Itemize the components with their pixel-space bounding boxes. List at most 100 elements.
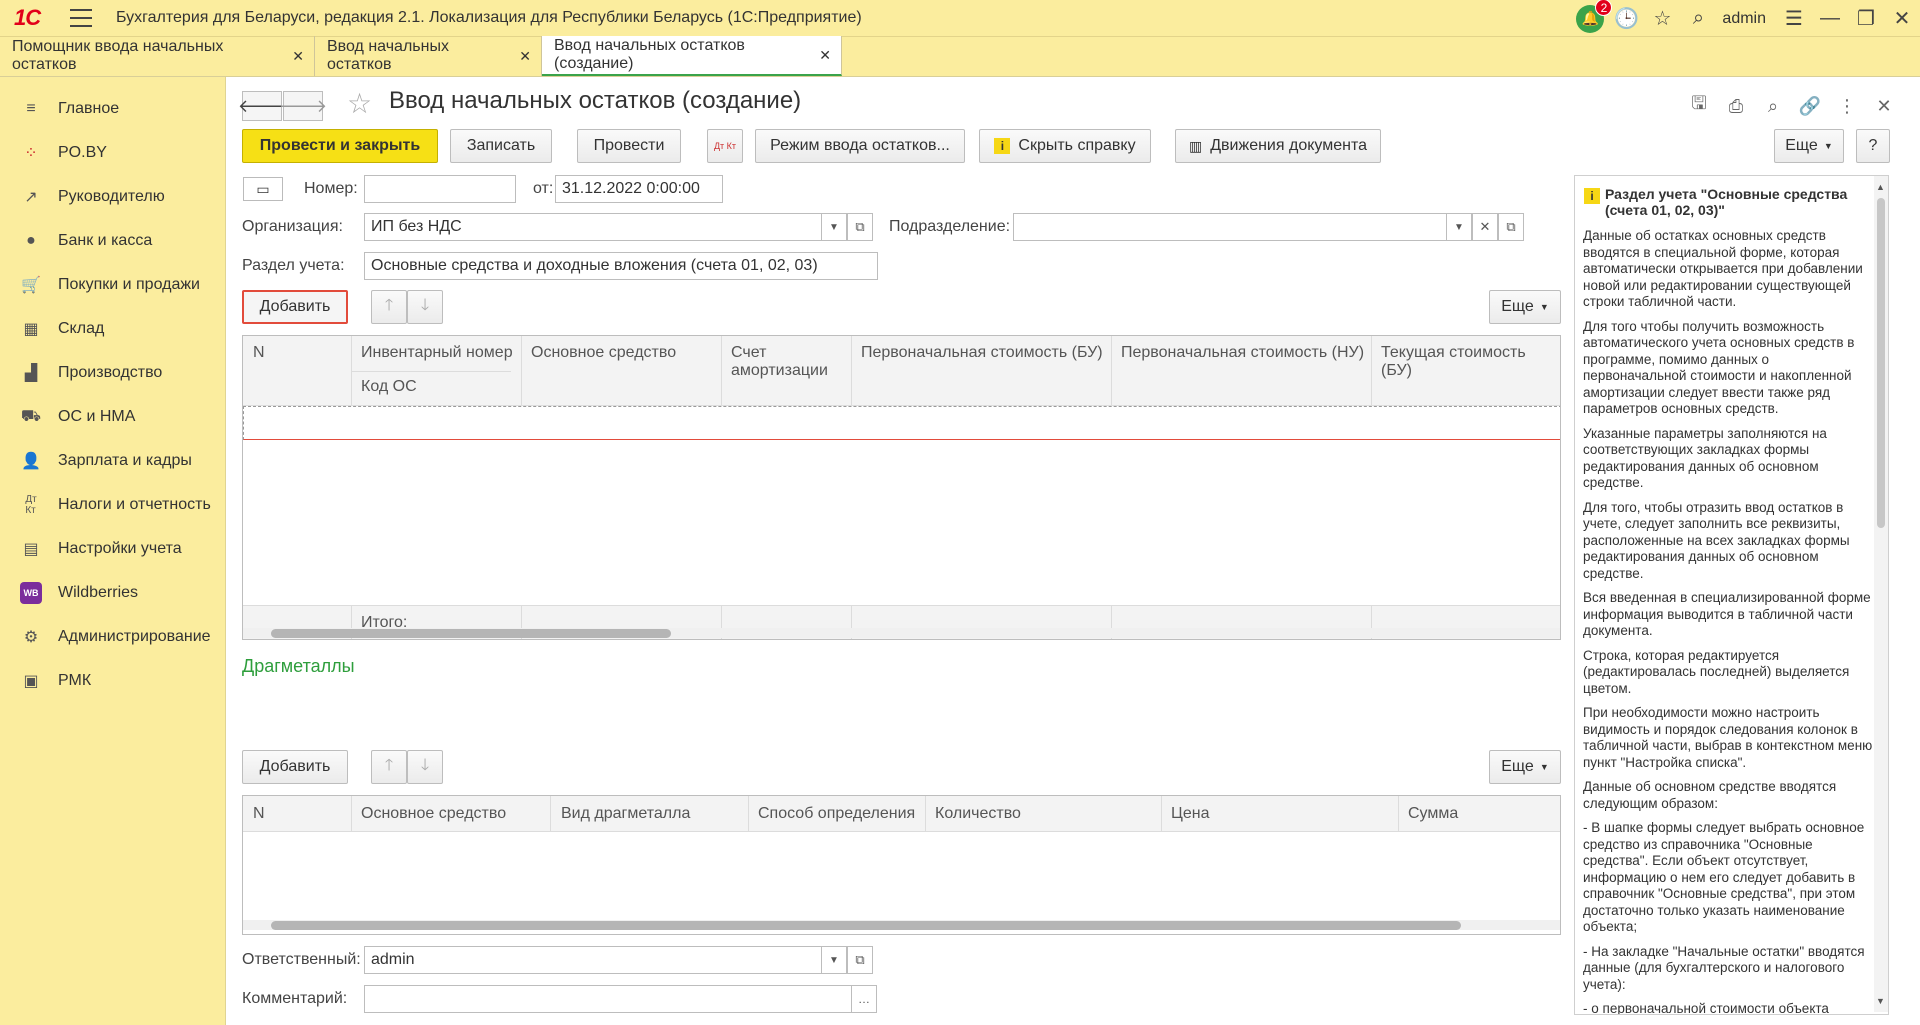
scrollbar-thumb[interactable]	[1877, 198, 1885, 528]
notifications-button[interactable]: 🔔 2	[1572, 0, 1613, 37]
division-dropdown-button[interactable]: ▼	[1446, 213, 1472, 241]
add-row-button[interactable]: Добавить	[242, 290, 348, 324]
scrollbar-thumb[interactable]	[271, 629, 671, 638]
link-icon[interactable]: 🔗	[1795, 91, 1825, 121]
open-windows-tabs: Помощник ввода начальных остатков ✕ Ввод…	[0, 36, 1920, 77]
close-icon[interactable]: ✕	[819, 47, 831, 64]
history-icon[interactable]: 🕒	[1608, 0, 1644, 37]
column-header[interactable]: Первоначальная стоимость (НУ)	[1121, 344, 1364, 362]
close-form-icon[interactable]: ✕	[1869, 91, 1899, 121]
division-clear-button[interactable]: ✕	[1472, 213, 1498, 241]
dtkt-button[interactable]: Дт Кт	[707, 129, 743, 163]
sidebar-item-main[interactable]: ≡ Главное	[0, 87, 225, 131]
sidebar-item-rmk[interactable]: ▣ РМК	[0, 659, 225, 703]
responsible-dropdown-button[interactable]: ▼	[821, 946, 847, 974]
close-icon[interactable]: ✕	[519, 48, 531, 65]
organization-field[interactable]: ИП без НДС	[364, 213, 822, 241]
column-header[interactable]: Основное средство	[361, 805, 506, 823]
column-header[interactable]: Инвентарный номер	[361, 344, 513, 362]
column-header[interactable]: Сумма	[1408, 805, 1458, 823]
table-row[interactable]	[243, 406, 1560, 440]
table-more-button[interactable]: Еще ▼	[1489, 290, 1561, 324]
column-header[interactable]: Вид драгметалла	[561, 805, 690, 823]
favorites-icon[interactable]: ☆	[1644, 0, 1680, 37]
post-button[interactable]: Провести	[577, 129, 681, 163]
sidebar-item-wildberries[interactable]: WB Wildberries	[0, 571, 225, 615]
close-window-icon[interactable]: ✕	[1884, 0, 1920, 37]
comment-field[interactable]	[364, 985, 852, 1013]
metal-more-button[interactable]: Еще ▼	[1489, 750, 1561, 784]
sidebar-item-fixed-assets[interactable]: ⛟ ОС и НМА	[0, 395, 225, 439]
help-body: Данные об остатках основных средств ввод…	[1583, 228, 1873, 1014]
sidebar-item-purchases-sales[interactable]: 🛒 Покупки и продажи	[0, 263, 225, 307]
comment-expand-button[interactable]: …	[851, 985, 877, 1013]
date-field[interactable]: 31.12.2022 0:00:00	[555, 175, 723, 203]
tab-opening-balances[interactable]: Ввод начальных остатков ✕	[315, 36, 542, 76]
document-movements-button[interactable]: ▥ Движения документа	[1175, 129, 1381, 163]
move-down-button[interactable]: 🡓	[407, 290, 443, 324]
column-header[interactable]: N	[253, 805, 265, 823]
help-button[interactable]: ?	[1856, 129, 1890, 163]
responsible-field[interactable]: admin	[364, 946, 822, 974]
search-icon[interactable]: ⌕	[1680, 0, 1716, 37]
restore-icon[interactable]: ❐	[1848, 0, 1884, 37]
add-metal-button[interactable]: Добавить	[242, 750, 348, 784]
print-icon[interactable]: ⎙	[1721, 91, 1751, 121]
section-field[interactable]: Основные средства и доходные вложения (с…	[364, 252, 878, 280]
forward-button[interactable]: 🡒	[279, 91, 327, 121]
tab-assistant[interactable]: Помощник ввода начальных остатков ✕	[0, 36, 315, 76]
more-button[interactable]: Еще ▼	[1774, 129, 1844, 163]
sidebar-item-taxes[interactable]: Дт Кт Налоги и отчетность	[0, 483, 225, 527]
column-header[interactable]: Цена	[1171, 805, 1209, 823]
scroll-up-icon[interactable]: ▲	[1876, 182, 1885, 192]
division-open-button[interactable]: ⧉	[1498, 213, 1524, 241]
column-header[interactable]: Код ОС	[361, 378, 417, 396]
scrollbar-thumb[interactable]	[271, 921, 1461, 930]
back-button[interactable]: 🡐	[238, 91, 286, 121]
sidebar-item-poby[interactable]: ⁘ PO.BY	[0, 131, 225, 175]
sidebar-item-label: Налоги и отчетность	[58, 496, 211, 513]
responsible-open-button[interactable]: ⧉	[847, 946, 873, 974]
column-header[interactable]: Первоначальная стоимость (БУ)	[861, 344, 1103, 362]
help-vertical-scrollbar[interactable]: ▲ ▼	[1874, 176, 1888, 1012]
user-name[interactable]: admin	[1722, 10, 1766, 28]
hide-help-button[interactable]: i Скрыть справку	[979, 129, 1151, 163]
minimize-icon[interactable]: —	[1812, 0, 1848, 37]
sidebar-item-warehouse[interactable]: ▦ Склад	[0, 307, 225, 351]
close-icon[interactable]: ✕	[292, 48, 304, 65]
comment-label: Комментарий:	[242, 990, 348, 1007]
division-field[interactable]	[1013, 213, 1447, 241]
more-vertical-icon[interactable]: ⋮	[1832, 91, 1862, 121]
save-icon[interactable]: 🖫	[1684, 91, 1714, 121]
sidebar-item-salary[interactable]: 👤 Зарплата и кадры	[0, 439, 225, 483]
sidebar-item-production[interactable]: ▟ Производство	[0, 351, 225, 395]
balance-mode-button[interactable]: Режим ввода остатков...	[755, 129, 965, 163]
column-header[interactable]: Текущая стоимость (БУ)	[1381, 344, 1560, 380]
settings-menu-icon[interactable]: ☰	[1776, 0, 1812, 37]
scroll-down-icon[interactable]: ▼	[1876, 996, 1885, 1006]
coin-icon: ●	[26, 232, 36, 249]
column-header[interactable]: Основное средство	[531, 344, 676, 362]
number-settings-button[interactable]: ▭	[243, 177, 283, 201]
column-header[interactable]: Количество	[935, 805, 1021, 823]
organization-dropdown-button[interactable]: ▼	[821, 213, 847, 241]
organization-open-button[interactable]: ⧉	[847, 213, 873, 241]
number-field[interactable]	[364, 175, 516, 203]
sidebar-item-accounting-settings[interactable]: ▤ Настройки учета	[0, 527, 225, 571]
move-up-button[interactable]: 🡑	[371, 290, 407, 324]
tab-opening-balances-create[interactable]: Ввод начальных остатков (создание) ✕	[542, 36, 842, 76]
column-header[interactable]: Счет амортизации	[731, 344, 841, 380]
clear-icon: ✕	[1479, 219, 1491, 234]
sidebar-item-administration[interactable]: ⚙ Администрирование	[0, 615, 225, 659]
preview-icon[interactable]: ⌕	[1758, 91, 1788, 121]
write-button[interactable]: Записать	[450, 129, 552, 163]
main-menu-button[interactable]	[70, 9, 92, 27]
column-header[interactable]: Способ определения	[758, 805, 915, 823]
post-and-close-button[interactable]: Провести и закрыть	[242, 129, 438, 163]
favorite-star-icon[interactable]: ☆	[347, 87, 372, 120]
sidebar-item-bank[interactable]: ● Банк и касса	[0, 219, 225, 263]
metal-move-down-button[interactable]: 🡓	[407, 750, 443, 784]
column-header[interactable]: N	[253, 344, 265, 362]
metal-move-up-button[interactable]: 🡑	[371, 750, 407, 784]
sidebar-item-manager[interactable]: ↗ Руководителю	[0, 175, 225, 219]
